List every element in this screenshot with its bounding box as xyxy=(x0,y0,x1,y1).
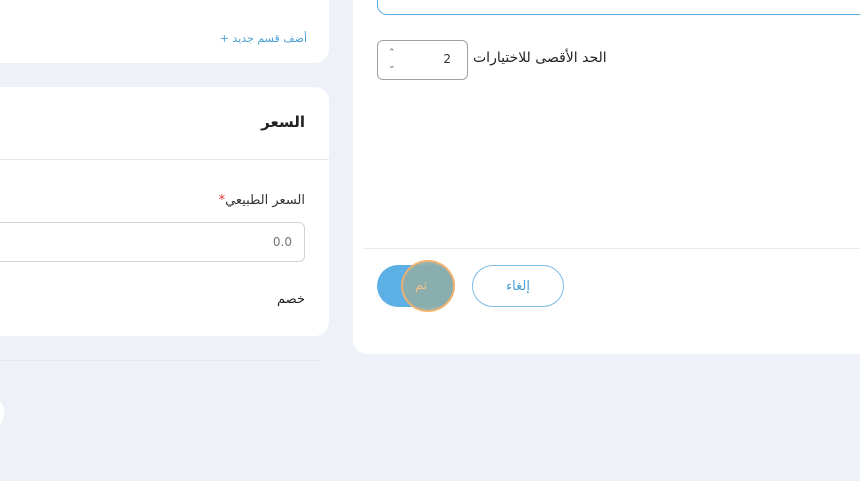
chevron-down-icon[interactable]: ⌄ xyxy=(388,62,396,71)
discount-label: خصم xyxy=(277,292,305,307)
page-divider xyxy=(0,360,320,361)
regular-price-label-text: السعر الطبيعي xyxy=(225,193,305,208)
chevron-up-icon[interactable]: ⌃ xyxy=(388,49,396,58)
price-card: السعر *السعر الطبيعي خصم xyxy=(0,87,329,336)
done-button[interactable]: تم xyxy=(377,262,455,310)
choices-modal: ⌃ ⌄ 2 الحد الأقصى للاختيارات تم إلغاء xyxy=(353,0,860,354)
regular-price-label: *السعر الطبيعي xyxy=(215,193,305,208)
section-divider xyxy=(0,159,329,160)
price-section-title: السعر xyxy=(261,113,305,131)
done-button-label: تم xyxy=(415,277,428,292)
add-section-link[interactable]: + أضف قسم جديد xyxy=(220,32,307,45)
max-choices-label: الحد الأقصى للاختيارات xyxy=(473,50,607,66)
sections-card: + أضف قسم جديد xyxy=(0,0,329,63)
partial-circle xyxy=(0,400,4,426)
max-choices-value[interactable]: 2 xyxy=(443,52,451,66)
modal-text-input[interactable] xyxy=(377,0,860,15)
modal-footer-divider xyxy=(363,248,860,249)
cancel-button[interactable]: إلغاء xyxy=(472,265,564,307)
click-highlight xyxy=(403,262,453,310)
regular-price-input[interactable] xyxy=(0,222,305,262)
max-choices-stepper[interactable]: ⌃ ⌄ 2 xyxy=(377,40,468,80)
